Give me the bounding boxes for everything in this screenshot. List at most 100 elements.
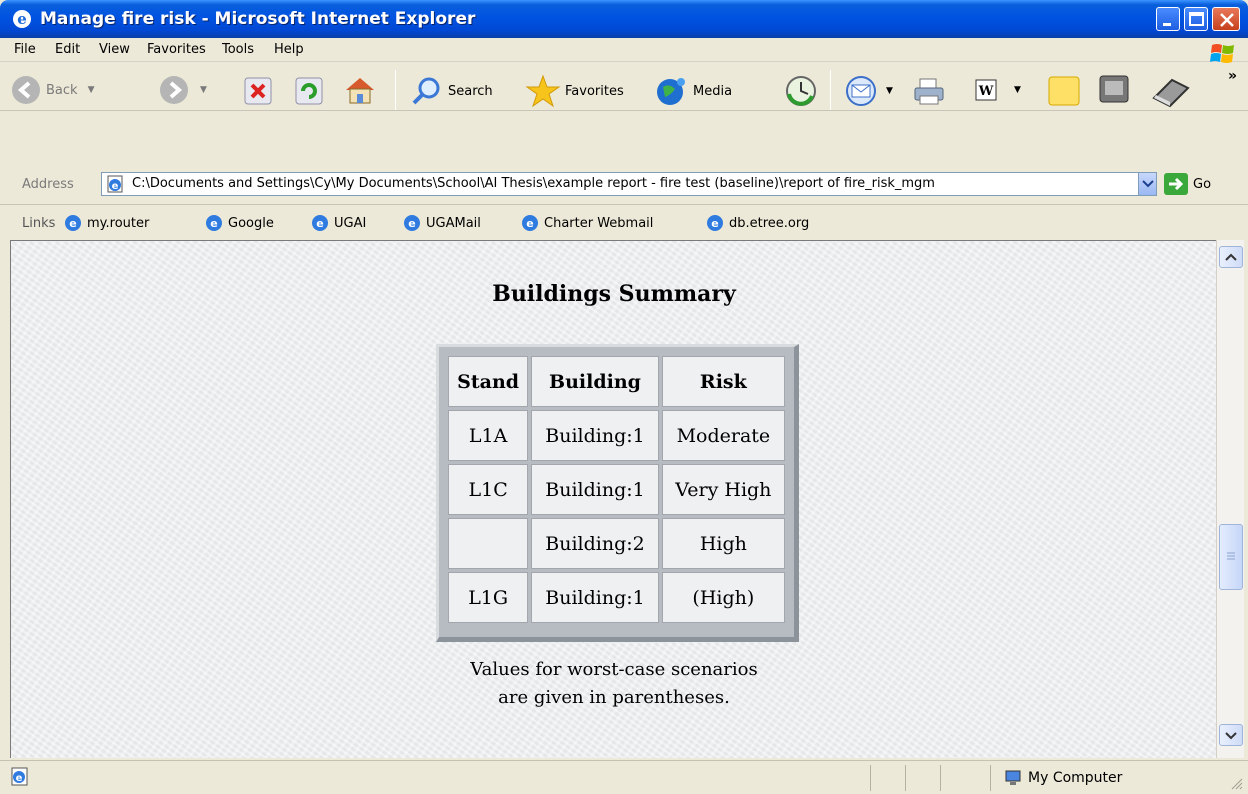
ie-link-icon: e bbox=[65, 215, 81, 231]
zone-label: My Computer bbox=[1028, 770, 1123, 786]
history-icon[interactable] bbox=[784, 74, 818, 108]
print-icon[interactable] bbox=[912, 76, 946, 108]
menu-tools[interactable]: Tools bbox=[222, 42, 254, 57]
forward-arrow-icon bbox=[160, 76, 188, 104]
link-my-router[interactable]: e my.router bbox=[64, 214, 149, 232]
toolbar-overflow[interactable]: » bbox=[1228, 68, 1237, 84]
link-label: Google bbox=[228, 215, 274, 231]
link-ugai[interactable]: e UGAI bbox=[311, 214, 366, 232]
go-label: Go bbox=[1193, 176, 1212, 192]
link-label: db.etree.org bbox=[729, 215, 810, 231]
svg-text:e: e bbox=[210, 217, 217, 230]
table-row: Building:2 High bbox=[448, 518, 785, 569]
back-button[interactable]: Back ▼ bbox=[10, 74, 94, 106]
go-arrow-icon bbox=[1164, 173, 1188, 195]
word-icon: W bbox=[975, 79, 997, 101]
building-cell: Building:1 bbox=[531, 464, 659, 515]
address-dropdown-button[interactable] bbox=[1138, 173, 1156, 195]
address-value[interactable]: C:\Documents and Settings\Cy\My Document… bbox=[132, 176, 935, 191]
address-divider bbox=[0, 204, 1248, 205]
research-icon[interactable] bbox=[1148, 74, 1194, 108]
back-dropdown-icon[interactable]: ▼ bbox=[88, 85, 95, 95]
risk-cell: Moderate bbox=[661, 410, 785, 461]
toolbar-divider bbox=[0, 110, 1248, 111]
search-button[interactable]: Search bbox=[410, 76, 493, 106]
summary-table-frame: Stand Building Risk L1A Building:1 Moder… bbox=[436, 344, 799, 642]
mail-icon bbox=[846, 76, 876, 106]
building-cell: Building:1 bbox=[531, 410, 659, 461]
back-label: Back bbox=[46, 82, 78, 98]
close-button[interactable] bbox=[1212, 7, 1240, 31]
maximize-button[interactable] bbox=[1184, 7, 1208, 31]
ie-link-icon: e bbox=[707, 215, 723, 231]
table-caption: Values for worst-case scenarios are give… bbox=[11, 656, 1217, 712]
address-field[interactable]: e C:\Documents and Settings\Cy\My Docume… bbox=[101, 172, 1157, 196]
menu-view[interactable]: View bbox=[99, 42, 130, 57]
svg-text:e: e bbox=[17, 10, 27, 28]
toolbar-separator bbox=[395, 70, 396, 110]
address-label: Address bbox=[22, 177, 74, 192]
link-label: my.router bbox=[87, 215, 150, 231]
favorites-button[interactable]: Favorites bbox=[525, 74, 624, 108]
scroll-up-button[interactable] bbox=[1219, 246, 1243, 268]
link-db-etree[interactable]: e db.etree.org bbox=[706, 214, 809, 232]
back-arrow-icon bbox=[12, 76, 40, 104]
grip-icon bbox=[1227, 552, 1235, 560]
chevron-down-icon bbox=[1225, 732, 1237, 740]
messenger-icon[interactable] bbox=[1096, 72, 1136, 108]
stand-cell: L1A bbox=[448, 410, 529, 461]
media-button[interactable]: Media bbox=[655, 75, 732, 107]
link-google[interactable]: e Google bbox=[205, 214, 274, 232]
ie-link-icon: e bbox=[312, 215, 328, 231]
svg-text:e: e bbox=[316, 217, 323, 230]
page-content: Buildings Summary Stand Building Risk L1… bbox=[10, 240, 1216, 758]
menu-edit[interactable]: Edit bbox=[55, 42, 80, 57]
discuss-icon[interactable] bbox=[1046, 74, 1082, 108]
building-cell: Building:1 bbox=[531, 572, 659, 623]
edit-dropdown-icon[interactable]: ▼ bbox=[1014, 85, 1021, 95]
standard-toolbar: Back ▼ ▼ Search Favorites Media ▼ W ▼ » bbox=[0, 64, 1248, 176]
menu-file[interactable]: File bbox=[14, 42, 36, 57]
star-icon bbox=[525, 74, 561, 108]
risk-cell: High bbox=[661, 518, 785, 569]
mail-button[interactable]: ▼ bbox=[844, 75, 893, 107]
status-cell bbox=[905, 765, 906, 791]
caption-line-2: are given in parentheses. bbox=[498, 687, 730, 708]
vertical-scrollbar[interactable] bbox=[1216, 240, 1244, 758]
stop-icon[interactable] bbox=[243, 76, 273, 106]
table-header-row: Stand Building Risk bbox=[448, 356, 785, 407]
favorites-label: Favorites bbox=[565, 83, 624, 99]
svg-text:e: e bbox=[112, 181, 119, 192]
forward-button[interactable]: ▼ bbox=[158, 74, 207, 106]
mail-dropdown-icon[interactable]: ▼ bbox=[886, 86, 893, 96]
link-charter-webmail[interactable]: e Charter Webmail bbox=[521, 214, 653, 232]
chevron-up-icon bbox=[1225, 253, 1237, 261]
minimize-button[interactable] bbox=[1156, 7, 1180, 31]
svg-text:e: e bbox=[526, 217, 533, 230]
ie-icon: e bbox=[13, 10, 31, 28]
status-cell bbox=[940, 765, 941, 791]
edit-word-button[interactable]: W ▼ bbox=[974, 78, 1021, 102]
scroll-thumb[interactable] bbox=[1219, 524, 1243, 590]
forward-dropdown-icon[interactable]: ▼ bbox=[200, 85, 207, 95]
chevron-down-icon bbox=[1142, 180, 1154, 188]
home-icon[interactable] bbox=[343, 74, 377, 106]
menu-favorites[interactable]: Favorites bbox=[147, 42, 206, 57]
svg-text:W: W bbox=[978, 84, 994, 99]
menu-bar: File Edit View Favorites Tools Help bbox=[0, 38, 1248, 62]
risk-cell: Very High bbox=[661, 464, 785, 515]
search-icon bbox=[412, 77, 440, 105]
link-ugamail[interactable]: e UGAMail bbox=[403, 214, 481, 232]
menu-help[interactable]: Help bbox=[274, 42, 304, 57]
status-bar: e My Computer bbox=[0, 760, 1248, 794]
media-label: Media bbox=[693, 83, 733, 99]
links-label: Links bbox=[22, 216, 56, 231]
scroll-down-button[interactable] bbox=[1219, 724, 1243, 746]
svg-text:e: e bbox=[69, 217, 76, 230]
resize-grip-icon[interactable] bbox=[1230, 777, 1244, 791]
go-button[interactable]: Go bbox=[1163, 172, 1211, 196]
refresh-icon[interactable] bbox=[294, 76, 324, 106]
media-icon bbox=[657, 78, 685, 105]
window-title: Manage fire risk - Microsoft Internet Ex… bbox=[40, 9, 476, 29]
page-icon: e bbox=[107, 175, 123, 193]
